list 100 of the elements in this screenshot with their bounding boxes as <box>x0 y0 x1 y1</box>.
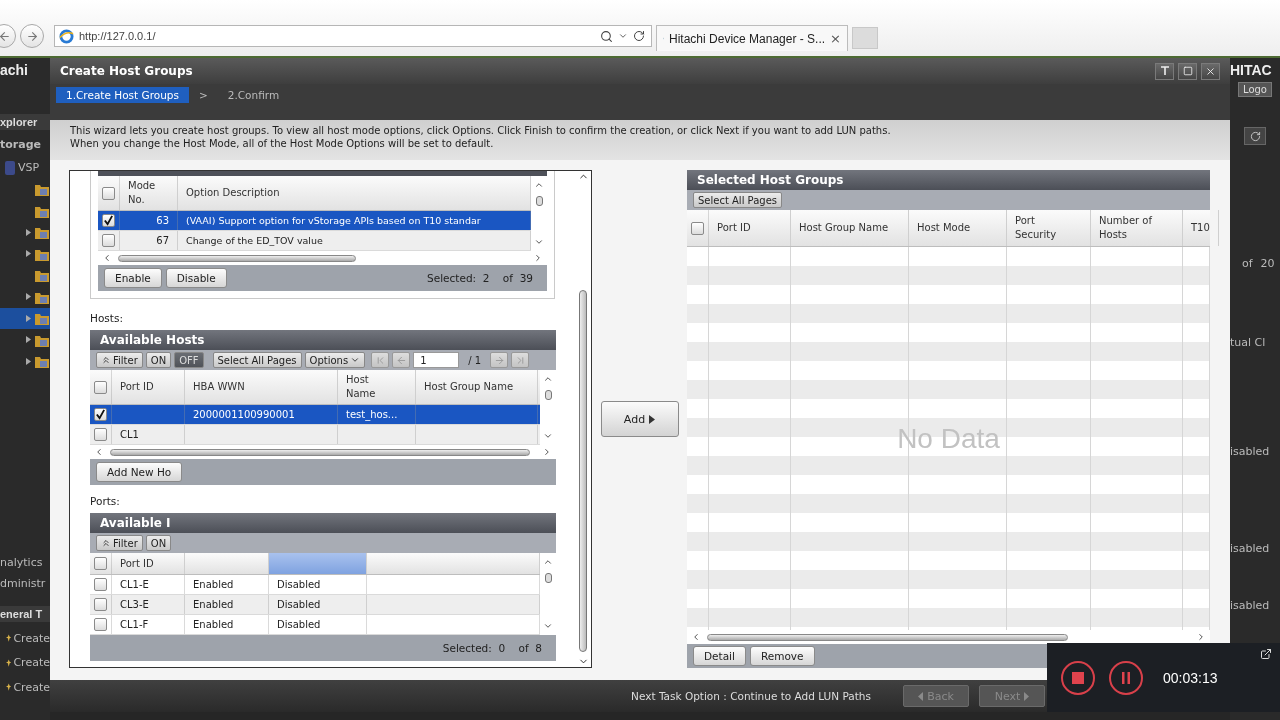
checkbox[interactable] <box>102 214 115 227</box>
panel-title: Available I <box>100 516 171 530</box>
maximize-button[interactable] <box>1178 62 1197 80</box>
checkbox[interactable] <box>102 186 115 200</box>
task-link[interactable]: Create <box>13 680 50 694</box>
table-row[interactable]: CL1 <box>90 425 540 445</box>
column-header[interactable]: Port ID <box>112 370 185 404</box>
pause-button[interactable] <box>1109 660 1143 695</box>
page-number-field[interactable]: 1 <box>413 352 460 368</box>
expand-arrow-icon[interactable] <box>26 293 31 301</box>
column-header[interactable]: Host Name <box>338 370 416 404</box>
table-row[interactable]: CL1-F Enabled Disabled <box>90 615 540 635</box>
column-header[interactable]: Host Mode <box>909 210 1007 246</box>
column-header[interactable]: HBA WWN <box>185 370 338 404</box>
chevron-down-icon[interactable] <box>543 621 553 631</box>
table-row[interactable]: CL3-E Enabled Disabled <box>90 595 540 615</box>
checkbox[interactable] <box>94 380 107 394</box>
column-header[interactable]: Number of Hosts <box>1091 210 1183 246</box>
checkbox[interactable] <box>94 618 107 631</box>
first-page-button[interactable] <box>371 352 390 368</box>
chevron-down-icon[interactable] <box>543 431 553 441</box>
column-header[interactable]: T10 <box>1183 210 1219 246</box>
column-header[interactable]: Host Group Name <box>416 370 538 404</box>
last-page-button[interactable] <box>511 352 530 368</box>
double-chevron-up-icon <box>101 355 111 365</box>
popout-icon[interactable] <box>1260 648 1272 660</box>
checkbox[interactable] <box>691 221 704 235</box>
column-header[interactable]: Port Security <box>1007 210 1091 246</box>
checkbox[interactable] <box>102 234 115 247</box>
filter-button[interactable]: Filter <box>96 352 143 368</box>
chevron-down-icon[interactable] <box>534 237 544 247</box>
next-page-button[interactable] <box>490 352 509 368</box>
refresh-icon[interactable] <box>633 30 645 42</box>
chevron-left-icon[interactable] <box>102 253 112 263</box>
chevron-up-icon[interactable] <box>543 374 553 384</box>
refresh-button[interactable] <box>1244 127 1266 145</box>
toggle-button[interactable]: OFF <box>174 352 204 368</box>
column-header[interactable]: Port ID <box>709 210 791 246</box>
options-button[interactable]: Options <box>304 352 366 368</box>
table-row[interactable]: 67 Change of the ED_TOV value <box>98 231 531 251</box>
select-all-pages-button[interactable]: Select All Pages <box>693 192 783 208</box>
chevron-left-icon[interactable] <box>691 632 701 642</box>
forward-button[interactable] <box>20 24 44 48</box>
scrollbar-thumb[interactable] <box>707 633 1068 641</box>
expand-arrow-icon[interactable] <box>26 228 31 236</box>
caret-icon[interactable] <box>618 31 628 41</box>
scrollbar-thumb[interactable] <box>109 448 531 456</box>
task-link[interactable]: Create <box>13 631 50 645</box>
browser-tab[interactable]: Hitachi Device Manager - S... × <box>656 25 848 51</box>
logout-button[interactable]: Logo <box>1238 82 1272 97</box>
chevron-right-icon[interactable] <box>1196 632 1206 642</box>
checkbox[interactable] <box>94 408 107 421</box>
select-all-pages-button[interactable]: Select All Pages <box>212 352 302 368</box>
checkbox[interactable] <box>94 557 107 570</box>
chevron-right-icon[interactable] <box>533 253 543 263</box>
column-header[interactable]: Port ID <box>112 553 185 574</box>
wizard-step[interactable]: 1.Create Host Groups <box>56 87 189 103</box>
scrollbar-thumb[interactable] <box>544 573 552 583</box>
stop-button[interactable] <box>1061 660 1095 695</box>
checkbox[interactable] <box>94 578 107 591</box>
pin-button[interactable] <box>1155 62 1174 80</box>
scrollbar-thumb[interactable] <box>535 196 543 206</box>
filter-button[interactable]: Filter <box>96 535 143 551</box>
expand-arrow-icon[interactable] <box>26 336 31 344</box>
tree-row[interactable] <box>0 307 50 329</box>
table-row[interactable]: CL1-E Enabled Disabled <box>90 575 540 595</box>
scrollbar-thumb[interactable] <box>118 254 357 262</box>
action-button[interactable]: Remove <box>749 646 815 666</box>
address-bar[interactable]: http://127.0.0.1/ <box>54 25 652 47</box>
close-button[interactable] <box>1201 62 1220 80</box>
action-button[interactable]: Enable <box>104 268 162 288</box>
scrollbar-thumb[interactable] <box>544 390 552 400</box>
task-link[interactable]: Create <box>13 656 50 670</box>
chevron-up-icon[interactable] <box>534 180 544 190</box>
chevron-up-icon[interactable] <box>543 557 553 567</box>
checkbox[interactable] <box>94 598 107 611</box>
action-button[interactable]: Detail <box>693 646 746 666</box>
expand-arrow-icon[interactable] <box>26 250 31 258</box>
column-header[interactable]: Host Group Name <box>791 210 909 246</box>
chevron-left-icon[interactable] <box>94 447 104 457</box>
tab-close-button[interactable]: × <box>830 31 841 46</box>
expand-arrow-icon[interactable] <box>26 357 31 365</box>
chevron-right-icon[interactable] <box>542 447 552 457</box>
previous-page-button[interactable] <box>392 352 411 368</box>
expand-arrow-icon[interactable] <box>26 314 31 322</box>
action-button[interactable]: Disable <box>165 268 227 288</box>
add-button[interactable]: Add <box>600 401 679 437</box>
checkbox[interactable] <box>94 428 107 441</box>
toggle-button[interactable]: ON <box>145 352 172 368</box>
toggle-button[interactable]: ON <box>145 535 172 551</box>
search-icon[interactable] <box>600 29 613 43</box>
selection-count: Selected: 2 of 39 <box>427 272 533 284</box>
add-new-host-button[interactable]: Add New Ho <box>96 462 183 482</box>
nav-item[interactable]: nalytics <box>0 555 50 569</box>
scrollbar-thumb[interactable] <box>579 290 587 652</box>
table-row[interactable]: 2000001100990001 test_hos... <box>90 405 540 425</box>
table-row[interactable]: 63 (VAAI) Support option for vStorage APIs based on T10 standar <box>98 211 531 231</box>
column-header[interactable]: Mode No. <box>120 176 178 210</box>
nav-item[interactable]: dministr <box>0 576 50 590</box>
wizard-step[interactable]: 2.Confirm <box>217 87 290 103</box>
